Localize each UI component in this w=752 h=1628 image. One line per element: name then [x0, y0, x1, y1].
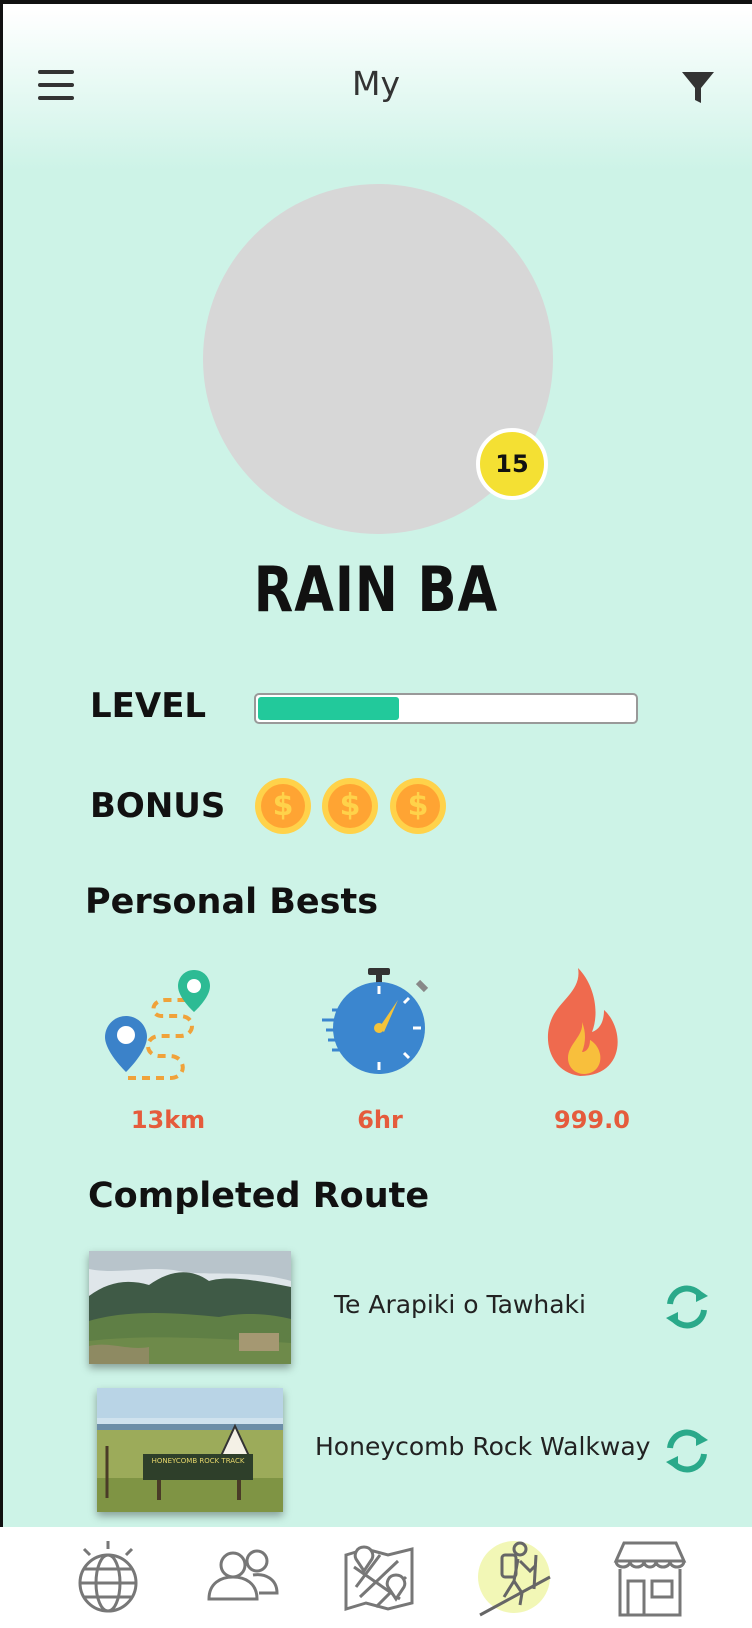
- level-progress-bar: [254, 693, 638, 724]
- sync-icon[interactable]: [660, 1424, 714, 1478]
- bonus-label: BONUS: [90, 786, 226, 826]
- map-icon[interactable]: [340, 1537, 420, 1617]
- route-name[interactable]: Te Arapiki o Tawhaki: [334, 1290, 586, 1319]
- level-progress-fill: [258, 697, 399, 720]
- fire-icon: [530, 960, 630, 1089]
- dollar-coin-icon: $: [255, 778, 311, 834]
- bottom-navigation: [0, 1527, 752, 1628]
- route-thumbnail[interactable]: [89, 1251, 291, 1364]
- sync-icon[interactable]: [660, 1280, 714, 1334]
- route-name[interactable]: Honeycomb Rock Walkway: [315, 1432, 650, 1461]
- left-border: [0, 0, 3, 1628]
- top-border: [0, 0, 752, 4]
- distance-best-value: 13km: [130, 1106, 206, 1134]
- filter-funnel-icon[interactable]: [680, 70, 718, 106]
- level-label: LEVEL: [90, 686, 207, 726]
- calories-best-value: 999.0: [554, 1106, 630, 1134]
- dollar-coin-icon: $: [390, 778, 446, 834]
- store-icon[interactable]: [610, 1537, 690, 1617]
- page-title: My: [351, 64, 400, 103]
- stopwatch-icon: [320, 960, 440, 1089]
- user-name: RAIN BA: [253, 553, 499, 626]
- globe-icon[interactable]: [68, 1537, 148, 1617]
- friends-icon[interactable]: [203, 1537, 283, 1617]
- completed-route-title: Completed Route: [88, 1176, 430, 1216]
- hiker-icon[interactable]: [474, 1537, 554, 1617]
- route-thumbnail[interactable]: HONEYCOMB ROCK TRACK: [97, 1388, 283, 1512]
- personal-bests-title: Personal Bests: [85, 882, 379, 922]
- dollar-coin-icon: $: [322, 778, 378, 834]
- time-best-value: 6hr: [357, 1106, 403, 1134]
- route-sign-text: HONEYCOMB ROCK TRACK: [152, 1457, 245, 1465]
- level-badge: 15: [476, 428, 548, 500]
- route-distance-icon: [100, 960, 220, 1089]
